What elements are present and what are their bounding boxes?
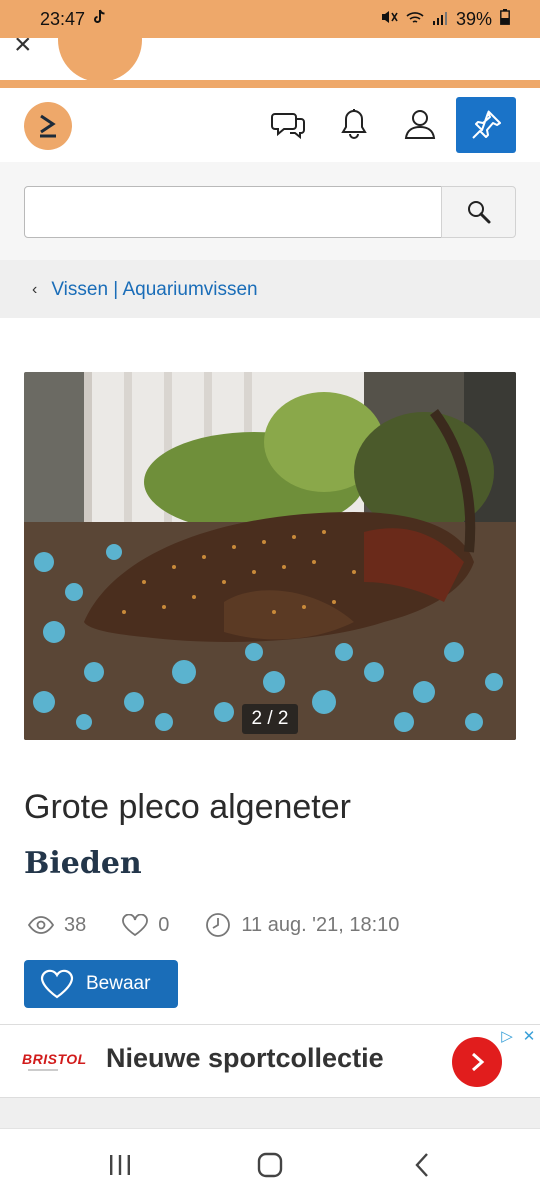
search-input[interactable] xyxy=(24,186,442,238)
app-header xyxy=(0,88,540,162)
listing-title: Grote pleco algeneter xyxy=(24,788,351,826)
favorites-count: 0 xyxy=(158,913,170,936)
breadcrumb-label[interactable]: Vissen | Aquariumvissen xyxy=(51,279,257,301)
views-count: 38 xyxy=(64,913,87,936)
adchoices-icon[interactable]: ▷ xyxy=(496,1025,518,1047)
battery-icon xyxy=(500,8,510,30)
breadcrumb[interactable]: ‹ Vissen | Aquariumvissen xyxy=(0,262,540,318)
listing-date: 11 aug. '21, 18:10 xyxy=(241,913,400,936)
close-icon[interactable]: × xyxy=(14,38,32,62)
ad-brand-tagline xyxy=(28,1069,58,1071)
signal-icon xyxy=(432,9,448,30)
ad-banner[interactable]: BRISTOL Nieuwe sportcollectie ▷ ✕ xyxy=(0,1024,540,1098)
status-time: 23:47 xyxy=(40,8,86,29)
chevron-left-icon: ‹ xyxy=(32,281,38,298)
system-nav-bar xyxy=(0,1128,540,1200)
listing-photo[interactable]: 2 / 2 xyxy=(24,372,516,740)
accent-divider xyxy=(0,80,540,88)
save-button[interactable]: Bewaar xyxy=(24,960,178,1008)
previous-sheet-peek: × xyxy=(0,38,540,82)
place-ad-button[interactable] xyxy=(456,97,516,153)
chevron-right-icon xyxy=(472,1052,485,1072)
mute-icon xyxy=(380,9,398,30)
ad-brand-logo[interactable]: BRISTOL xyxy=(22,1051,87,1067)
home-icon[interactable] xyxy=(240,1147,300,1183)
ad-arrow-button[interactable] xyxy=(452,1037,502,1087)
back-icon[interactable] xyxy=(392,1147,452,1183)
image-counter: 2 / 2 xyxy=(242,704,298,734)
fish-photo-image xyxy=(24,372,516,740)
messages-icon[interactable] xyxy=(270,106,306,142)
clock-icon xyxy=(206,913,231,937)
listing-meta: 38 0 11 aug. '21, 18:10 xyxy=(28,912,435,938)
tiktok-icon xyxy=(93,9,107,30)
account-icon[interactable] xyxy=(402,106,438,142)
place-ad-icon xyxy=(472,110,501,139)
heart-icon xyxy=(122,914,149,936)
heart-outline-icon xyxy=(40,969,74,999)
eye-icon xyxy=(28,916,54,934)
status-bar: 23:47 39% xyxy=(0,0,540,38)
logo-icon[interactable] xyxy=(24,102,72,150)
save-button-label[interactable]: Bewaar xyxy=(86,973,150,995)
wifi-icon xyxy=(406,9,424,30)
ad-close-icon[interactable]: ✕ xyxy=(518,1025,540,1047)
ad-headline[interactable]: Nieuwe sportcollectie xyxy=(106,1043,384,1074)
search-button[interactable] xyxy=(441,186,516,238)
battery-percent: 39% xyxy=(455,8,492,29)
recent-apps-icon[interactable] xyxy=(90,1147,150,1183)
listing-price: Bieden xyxy=(24,846,142,881)
search-icon xyxy=(467,201,490,224)
logo-peek xyxy=(58,38,142,82)
notifications-icon[interactable] xyxy=(336,106,372,142)
listing-card: 2 / 2 Grote pleco algeneter Bieden 38 0 … xyxy=(0,318,540,1024)
search-area xyxy=(0,162,540,260)
